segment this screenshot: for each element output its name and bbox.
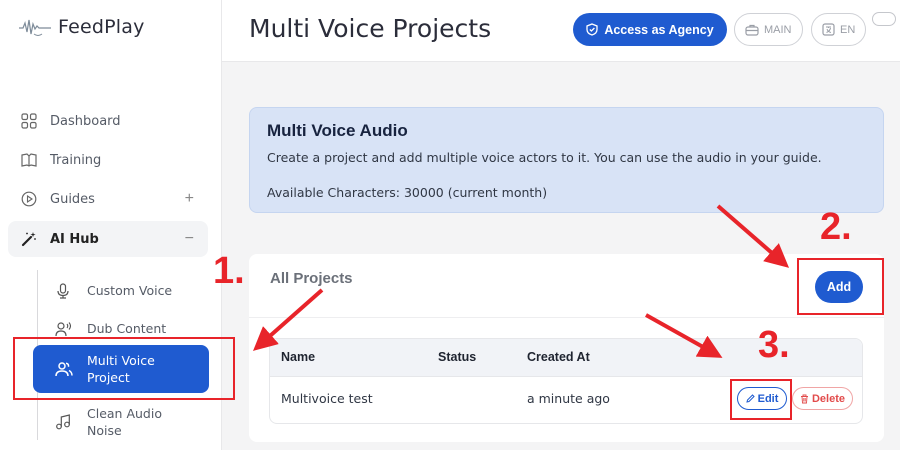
sidebar-item-training[interactable]: Training [8,142,208,178]
feedplay-logo[interactable]: FeedPlay [18,16,145,38]
workspace-label: MAIN [764,23,792,36]
arrow-to-add [716,204,790,268]
annotation-step-two: 2. [820,206,852,248]
sidebar-item-label: Guides [50,191,95,207]
top-header: Multi Voice Projects Access as Agency MA… [222,0,900,62]
sidebar-item-guides[interactable]: Guides + [8,181,208,217]
sidebar-subitem-custom-voice[interactable]: Custom Voice [55,282,205,299]
soundwave-logo-icon [19,19,51,36]
theme-toggle[interactable] [872,12,896,26]
sidebar-subitem-label: Dub Content [87,321,167,336]
available-characters: Available Characters: 30000 (current mon… [267,185,548,200]
column-header-status: Status [438,350,477,364]
annotation-box-multi-voice [13,337,235,400]
card-divider [249,317,884,318]
play-circle-icon [21,191,37,207]
translate-icon [822,23,835,36]
briefcase-icon [745,24,759,36]
sidebar-subitem-label: Custom Voice [87,283,173,298]
book-icon [21,153,37,167]
card-title: All Projects [270,270,353,287]
workspace-switcher[interactable]: MAIN [734,13,803,46]
sidebar-subitem-clean-audio-noise[interactable]: Clean Audio Noise [55,405,205,439]
app-name: FeedPlay [58,16,145,38]
column-header-name: Name [281,350,316,364]
sidebar-item-dashboard[interactable]: Dashboard [8,103,208,139]
sidebar-item-ai-hub[interactable]: AI Hub − [8,221,208,257]
sidebar-item-label: Dashboard [50,113,121,129]
language-switcher[interactable]: EN [811,13,867,46]
page-title: Multi Voice Projects [249,14,492,43]
column-header-created-at: Created At [527,350,590,364]
project-created-at: a minute ago [527,391,610,406]
delete-label: Delete [811,392,846,405]
language-label: EN [840,23,856,36]
access-as-agency-label: Access as Agency [604,22,714,37]
microphone-icon [57,282,69,299]
multi-voice-info-banner: Multi Voice Audio Create a project and a… [249,107,884,213]
expand-icon[interactable]: + [185,190,194,208]
sidebar-item-label: AI Hub [50,231,99,247]
collapse-icon[interactable]: − [185,230,194,248]
annotation-step-three: 3. [758,324,790,366]
magic-wand-icon [21,232,36,247]
banner-description: Create a project and add multiple voice … [267,150,822,165]
trash-icon [800,394,808,403]
annotation-step-one: 1. [213,250,245,292]
sidebar-subitem-dub-content[interactable]: Dub Content [55,320,205,337]
banner-title: Multi Voice Audio [267,121,408,140]
project-name: Multivoice test [281,391,373,406]
music-note-icon [56,414,70,430]
sidebar-subitem-label: Clean Audio Noise [87,406,162,438]
shield-check-icon [586,23,598,36]
access-as-agency-button[interactable]: Access as Agency [573,13,727,46]
grid-icon [21,113,37,129]
user-voice-icon [55,321,71,336]
annotation-box-edit [730,379,792,420]
sidebar-item-label: Training [50,152,102,168]
delete-button[interactable]: Delete [792,387,853,410]
annotation-box-add [797,258,884,315]
